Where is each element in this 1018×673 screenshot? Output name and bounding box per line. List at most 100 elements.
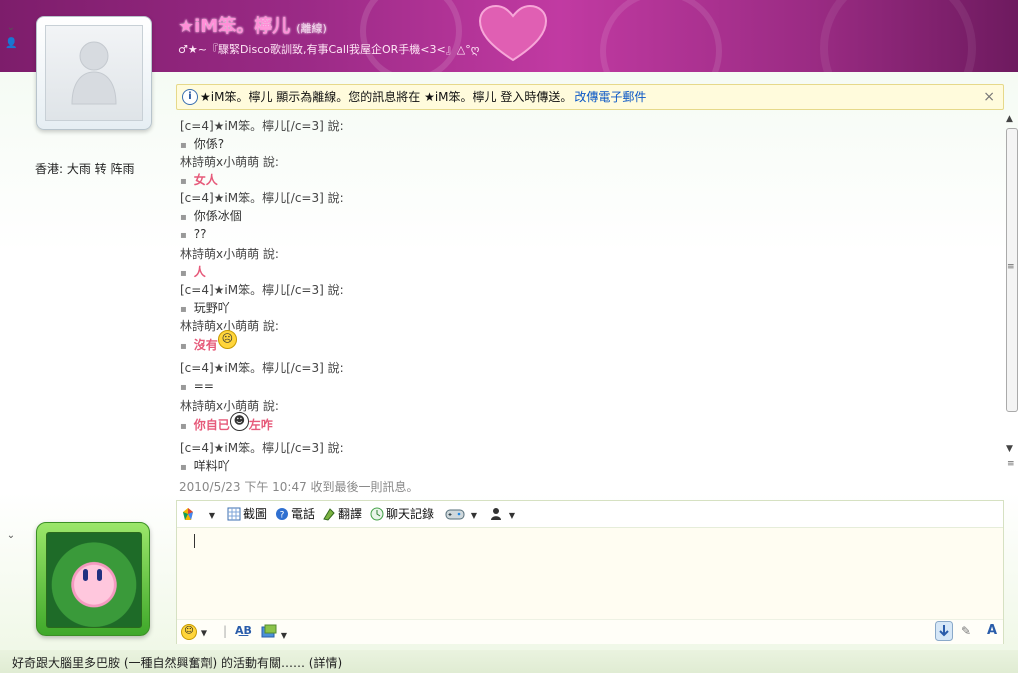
font-icon[interactable]: A xyxy=(987,623,997,638)
contact-icon[interactable]: 👤 xyxy=(5,38,17,50)
info-icon: i xyxy=(182,89,198,105)
smiley-icon: ☺ xyxy=(181,624,197,640)
screenshot-button[interactable]: 截圖 xyxy=(227,505,267,523)
weather-text: 香港: 大雨 转 阵雨 xyxy=(35,162,135,176)
sad-face-icon: ☹ xyxy=(217,330,237,349)
collapse-avatar-button[interactable]: ⌄ xyxy=(5,530,17,542)
heart-icon xyxy=(478,4,548,62)
screenshot-icon xyxy=(227,507,241,521)
scroll-down-icon[interactable]: ▼ xyxy=(1006,444,1013,454)
message-text: 你自已 xyxy=(193,418,230,432)
message-line: ▪ 你係? xyxy=(180,137,225,151)
status-bar: 好奇跟大腦里多巴胺 (一種自然興奮劑) 的活動有關…… (詳情) xyxy=(0,650,1018,673)
chevron-down-icon[interactable]: ▼ xyxy=(281,631,287,640)
scroll-up-icon[interactable]: ▲ xyxy=(1006,114,1013,124)
phone-button[interactable]: ? 電話 xyxy=(275,505,315,523)
history-icon xyxy=(370,507,384,521)
message-text: ?? xyxy=(193,227,207,241)
format-toolbar: ☺ ▼ | A͟B ▼ ✎ A xyxy=(177,619,1003,644)
chevron-down-icon[interactable]: ▼ xyxy=(209,511,215,520)
avatar xyxy=(45,25,143,121)
translate-button[interactable]: 翻譯 xyxy=(322,505,362,523)
avatar-detail xyxy=(97,569,102,581)
chat-history-label: 聊天記錄 xyxy=(386,507,435,521)
status-text[interactable]: 好奇跟大腦里多巴胺 (一種自然興奮劑) 的活動有關…… (詳情) xyxy=(12,654,342,671)
grin-face-icon: ☻ xyxy=(229,412,249,431)
default-user-icon xyxy=(71,41,117,105)
compose-toolbar: ▼ 截圖 ? 電話 翻譯 聊天記錄 ▼ ▼ xyxy=(177,501,1003,528)
chevron-down-icon[interactable]: ▼ xyxy=(509,511,515,520)
info-message-text: ★iM笨。檸儿 顯示為離線。您的訊息將在 ★iM笨。檸儿 登入時傳送。 xyxy=(200,90,573,104)
history-scrollbar[interactable]: ▲ ≡ ▼ ≡ xyxy=(1004,114,1018,476)
message-text: 咩料吖 xyxy=(193,459,230,473)
screenshot-label: 截圖 xyxy=(243,507,268,521)
info-message: ★iM笨。檸儿 顯示為離線。您的訊息將在 ★iM笨。檸儿 登入時傳送。 改傳電子郵… xyxy=(200,85,646,109)
message-text: 左咋 xyxy=(248,418,273,432)
message-text: == xyxy=(193,379,214,393)
message-input[interactable] xyxy=(177,528,1003,618)
send-file-button[interactable] xyxy=(935,621,953,644)
banner-decoration xyxy=(600,0,722,72)
games-button[interactable]: ▼ xyxy=(445,505,477,523)
emoticon-button[interactable]: ☺ ▼ xyxy=(181,624,207,640)
message-line: ▪ 你自已 ☻ 左咋 xyxy=(180,412,273,432)
message-line: ▪ 你係冰個 xyxy=(180,209,242,223)
avatar xyxy=(46,532,142,628)
message-line: ▪ 咩料吖 xyxy=(180,459,230,473)
toolbar-divider: | xyxy=(223,624,228,638)
sender-line: [c=4]★iM笨。檸儿[/c=3] 說: xyxy=(180,361,344,375)
sender-line: 林詩萌x小萌萌 說: xyxy=(180,155,279,169)
my-avatar[interactable] xyxy=(36,522,150,636)
message-line: ▪ 玩野吖 xyxy=(180,301,230,315)
contact-banner: ⌄ 👤 ★iM笨。檸儿 (離線) ♂★~『驟緊Disco歌訓致,有事Call我屋企… xyxy=(0,0,1018,72)
background-button[interactable]: ▼ xyxy=(261,624,287,641)
gamepad-icon xyxy=(445,509,465,520)
person-icon xyxy=(491,508,501,520)
message-line: ▪ 沒有 ☹ xyxy=(180,330,237,355)
sender-line: [c=4]★iM笨。檸儿[/c=3] 說: xyxy=(180,119,344,133)
chevron-down-icon[interactable]: ▼ xyxy=(201,629,207,638)
download-arrow-icon xyxy=(935,621,953,641)
close-icon[interactable]: × xyxy=(983,85,995,109)
message-line: ▪ 女人 xyxy=(180,173,218,187)
sender-line: [c=4]★iM笨。檸儿[/c=3] 說: xyxy=(180,191,344,205)
message-line: ▪ 人 xyxy=(180,265,206,279)
message-text: 人 xyxy=(193,265,206,279)
message-text: 你係冰個 xyxy=(193,209,242,223)
text-cursor xyxy=(194,534,195,548)
phone-label: 電話 xyxy=(291,507,316,521)
avatar-detail xyxy=(83,569,88,581)
color-palette-icon xyxy=(183,508,193,520)
offline-info-bar: i ★iM笨。檸儿 顯示為離線。您的訊息將在 ★iM笨。檸儿 登入時傳送。 改傳電… xyxy=(176,84,1004,110)
message-text: 沒有 xyxy=(193,338,218,352)
personal-message: ♂★~『驟緊Disco歌訓致,有事Call我屋企OR手機<3<』△°ღ xyxy=(178,43,480,56)
activities-button[interactable]: ▼ xyxy=(489,505,515,523)
last-message-time: 2010/5/23 下午 10:47 收到最後一則訊息。 xyxy=(179,480,419,494)
send-email-link[interactable]: 改傳電子郵件 xyxy=(574,90,646,104)
scroll-grip-icon: ≡ xyxy=(1007,262,1015,272)
chat-history-button[interactable]: 聊天記錄 xyxy=(370,505,434,523)
translate-icon xyxy=(323,508,335,521)
contact-status: (離線) xyxy=(296,22,327,35)
collapse-button[interactable]: ⌄ xyxy=(5,22,17,34)
message-text: 你係? xyxy=(193,137,225,151)
message-text: 玩野吖 xyxy=(193,301,230,315)
svg-text:?: ? xyxy=(280,511,285,521)
wink-button[interactable]: ▼ xyxy=(181,505,215,523)
sender-line: 林詩萌x小萌萌 說: xyxy=(180,247,279,261)
banner-decoration xyxy=(360,0,462,72)
contact-avatar[interactable] xyxy=(36,16,152,130)
compose-panel: ▼ 截圖 ? 電話 翻譯 聊天記錄 ▼ ▼ ☺ ▼ | A͟B ▼ ✎ A xyxy=(176,500,1004,644)
sender-line: 林詩萌x小萌萌 說: xyxy=(180,399,279,413)
message-line: ▪ == xyxy=(180,379,214,393)
spellcheck-icon[interactable]: A͟B xyxy=(235,624,252,637)
sender-line: [c=4]★iM笨。檸儿[/c=3] 說: xyxy=(180,441,344,455)
translate-label: 翻譯 xyxy=(338,507,363,521)
message-text: 女人 xyxy=(193,173,218,187)
handwriting-icon[interactable]: ✎ xyxy=(961,624,971,638)
background-image-icon xyxy=(261,624,277,638)
scroll-end-icon[interactable]: ≡ xyxy=(1007,459,1015,469)
message-line: ▪?? xyxy=(180,227,207,241)
chevron-down-icon[interactable]: ▼ xyxy=(471,511,477,520)
help-phone-icon: ? xyxy=(276,508,288,521)
